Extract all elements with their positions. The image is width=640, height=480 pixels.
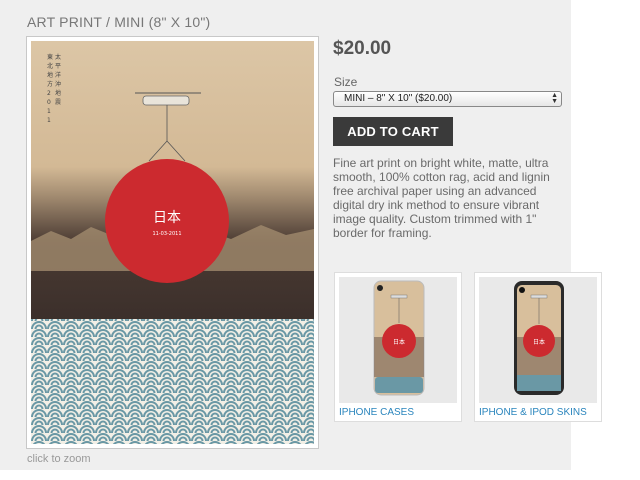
svg-text:1: 1 [47,108,51,115]
svg-text:平: 平 [55,63,61,70]
svg-text:北: 北 [47,62,53,70]
svg-text:沖: 沖 [55,80,61,88]
artwork-kanji: 日本 [153,210,181,226]
artwork-image[interactable]: 日本 11-03-2011 太 平 洋 沖 地 震 東 北 地 方 2 0 1 … [26,36,319,449]
product-panel: ART PRINT / MINI (8" X 10") 日本 11-03-201… [0,0,602,470]
svg-text:洋: 洋 [55,71,61,79]
select-arrows-icon: ▲ ▼ [551,92,558,105]
add-to-cart-button[interactable]: ADD TO CART [333,117,453,146]
related-product-iphone-cases[interactable]: 日本 IPHONE CASES [334,272,462,422]
svg-text:地: 地 [55,89,61,97]
related-label[interactable]: IPHONE & IPOD SKINS [479,407,587,418]
svg-text:0: 0 [47,99,51,106]
svg-text:地: 地 [47,71,53,79]
svg-text:震: 震 [55,99,61,106]
iphone-skin-image[interactable]: 日本 [479,277,597,403]
svg-text:2: 2 [47,90,51,97]
svg-text:1: 1 [47,117,51,124]
product-description: Fine art print on bright white, matte, u… [333,156,550,240]
price: $20.00 [333,38,392,59]
svg-text:日本: 日本 [393,338,405,346]
size-label: Size [334,75,358,89]
size-select-value: MINI – 8" X 10" ($20.00) [344,93,453,104]
related-product-iphone-skins[interactable]: 日本 IPHONE & IPOD SKINS [474,272,602,422]
size-select[interactable]: MINI – 8" X 10" ($20.00) ▲ ▼ [333,91,562,107]
zoom-hint[interactable]: click to zoom [27,453,91,465]
iphone-case-image[interactable]: 日本 [339,277,457,403]
artwork-date: 11-03-2011 [152,231,181,237]
svg-text:東: 東 [47,53,53,61]
svg-text:太: 太 [55,53,61,61]
product-title: ART PRINT / MINI (8" X 10") [27,14,211,30]
svg-text:方: 方 [47,80,53,88]
related-label[interactable]: IPHONE CASES [339,407,414,418]
svg-text:日本: 日本 [533,338,545,346]
